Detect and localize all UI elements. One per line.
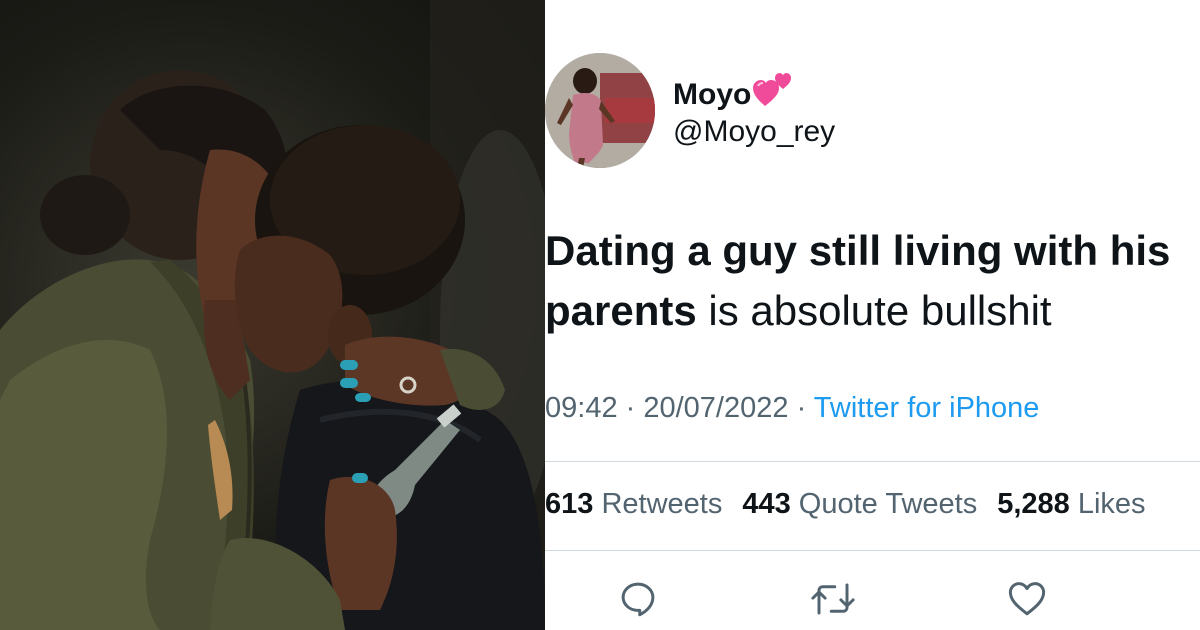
divider-top: [545, 461, 1200, 462]
couple-photo-illustration: [0, 0, 545, 630]
likes-count: 5,288: [997, 488, 1070, 520]
tweet-meta: 09:42 · 20/07/2022 · Twitter for iPhone: [545, 392, 1039, 425]
display-name[interactable]: Moyo: [673, 72, 793, 116]
retweets-count: 613: [545, 488, 594, 520]
tweet-source-link[interactable]: Twitter for iPhone: [814, 392, 1040, 424]
retweets-stat[interactable]: 613 Retweets: [545, 488, 722, 520]
tweet-text-rest: is absolute bullshit: [696, 287, 1052, 334]
reply-button[interactable]: [617, 578, 659, 625]
meta-separator-1: ·: [617, 392, 644, 424]
likes-label: Likes: [1077, 488, 1146, 520]
avatar[interactable]: [545, 53, 655, 168]
display-name-text: Moyo: [673, 78, 752, 111]
meta-separator-2: ·: [788, 392, 814, 424]
quotes-count: 443: [742, 488, 791, 520]
two-hearts-icon: [753, 72, 793, 116]
avatar-image: [545, 53, 655, 168]
tweet-stats: 613 Retweets 443 Quote Tweets 5,288 Likes: [545, 488, 1146, 521]
quotes-stat[interactable]: 443 Quote Tweets: [742, 488, 977, 520]
divider-bottom: [545, 550, 1200, 551]
retweets-label: Retweets: [601, 488, 723, 520]
tweet-time[interactable]: 09:42: [545, 392, 618, 424]
couple-photo: [0, 0, 545, 630]
tweet-text: Dating a guy still living with his paren…: [545, 221, 1200, 341]
tweet-text-line-2: parents is absolute bullshit: [545, 281, 1200, 341]
like-icon: [1008, 582, 1046, 616]
quotes-label: Quote Tweets: [798, 488, 978, 520]
user-handle[interactable]: @Moyo_rey: [673, 115, 835, 149]
retweet-icon: [811, 583, 855, 615]
like-button[interactable]: [1006, 578, 1048, 623]
tweet-card: Moyo @Moyo_rey Dating a guy still living…: [545, 0, 1200, 630]
reply-icon: [621, 582, 655, 617]
likes-stat[interactable]: 5,288 Likes: [997, 488, 1145, 520]
tweet-date[interactable]: 20/07/2022: [643, 392, 788, 424]
retweet-button[interactable]: [810, 578, 856, 625]
tweet-text-line-1: Dating a guy still living with his: [545, 227, 1171, 274]
tweet-text-bold-word: parents: [545, 287, 697, 334]
